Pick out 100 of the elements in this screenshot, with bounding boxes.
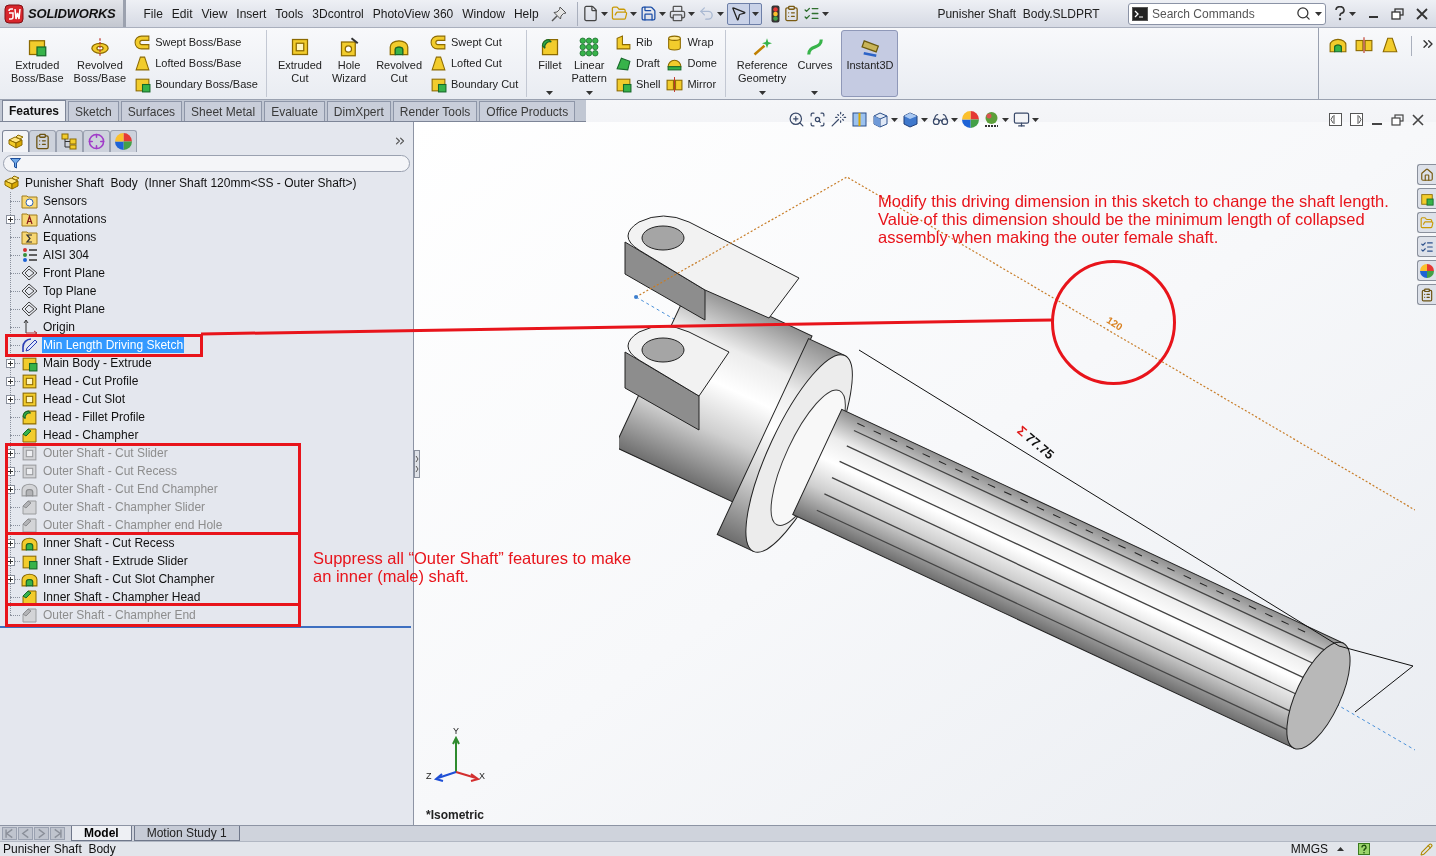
- scene-ball-icon[interactable]: [983, 111, 1000, 128]
- tree-item[interactable]: Inner Shaft - Champher Head: [42, 589, 202, 605]
- close-icon[interactable]: [1416, 7, 1428, 20]
- ribbon-button[interactable]: Mirror: [665, 74, 718, 95]
- ribbon-tab[interactable]: Sketch: [68, 101, 119, 121]
- ribbon-button[interactable]: Instant3D: [841, 30, 899, 97]
- caret-icon[interactable]: [1349, 11, 1356, 16]
- tree-item[interactable]: Main Body - Extrude: [42, 355, 153, 371]
- bottom-tab[interactable]: Motion Study 1: [133, 826, 240, 841]
- expand-icon[interactable]: [6, 214, 15, 224]
- ribbon-button[interactable]: Lofted Cut: [429, 53, 520, 74]
- ribbon-button[interactable]: Dome: [665, 53, 718, 74]
- tree-item[interactable]: Top Plane: [42, 283, 98, 299]
- tree-item[interactable]: Head - Cut Profile: [42, 373, 140, 389]
- zoom-area-icon[interactable]: [809, 111, 826, 128]
- bottom-tab[interactable]: Model: [71, 826, 132, 841]
- task-pane-tab[interactable]: [1417, 284, 1436, 305]
- expand-icon[interactable]: [6, 556, 15, 566]
- panel-tab[interactable]: [2, 130, 29, 152]
- tree-item[interactable]: Sensors: [42, 193, 89, 209]
- expand-icon[interactable]: [6, 358, 15, 368]
- ribbon-button[interactable]: Boundary Cut: [429, 74, 520, 95]
- ribbon-button[interactable]: Lofted Boss/Base: [133, 53, 259, 74]
- expand-icon[interactable]: [6, 466, 15, 476]
- panel-tab[interactable]: [56, 130, 83, 152]
- expand-icon[interactable]: [6, 376, 15, 386]
- ribbon-button[interactable]: Extruded Boss/Base: [6, 30, 69, 97]
- ribbon-button[interactable]: Reference Geometry: [731, 30, 793, 97]
- tile-right-icon[interactable]: [1350, 113, 1363, 126]
- tree-item[interactable]: Head - Fillet Profile: [42, 409, 147, 425]
- menu-item[interactable]: View: [197, 2, 232, 25]
- expand-icon[interactable]: [6, 394, 15, 404]
- panel-tab[interactable]: [83, 130, 110, 152]
- traffic-light-icon[interactable]: [771, 4, 781, 23]
- splitter-handle-icon[interactable]: [414, 450, 420, 478]
- search-input[interactable]: Search Commands: [1152, 3, 1292, 24]
- task-pane-tab[interactable]: [1417, 236, 1436, 257]
- expand-icon[interactable]: [6, 484, 15, 494]
- tree-item[interactable]: Punisher Shaft Body (Inner Shaft 120mm<SS - Outer Shaft>): [25, 174, 357, 192]
- menu-item[interactable]: 3Dcontrol: [307, 2, 369, 25]
- menu-item[interactable]: Tools: [270, 2, 308, 25]
- ribbon-tab[interactable]: DimXpert: [326, 101, 391, 121]
- select-button[interactable]: [727, 2, 763, 25]
- caret-icon[interactable]: [758, 91, 766, 95]
- ribbon-tab[interactable]: Surfaces: [120, 101, 183, 121]
- section-view-icon[interactable]: [851, 111, 868, 128]
- caret-icon[interactable]: [1315, 11, 1322, 16]
- tile-left-icon[interactable]: [1329, 113, 1342, 126]
- caret-up-icon[interactable]: [1337, 847, 1344, 851]
- ribbon-tab[interactable]: Features: [2, 100, 67, 121]
- monitor-icon[interactable]: [1013, 111, 1030, 128]
- filter-field[interactable]: [3, 155, 410, 172]
- glasses-icon[interactable]: [932, 111, 949, 128]
- caret-icon[interactable]: [546, 91, 554, 95]
- ribbon-button[interactable]: Wrap: [665, 32, 718, 53]
- expand-icon[interactable]: [6, 448, 15, 458]
- tree-item[interactable]: Head - Cut Slot: [42, 391, 127, 407]
- search-field[interactable]: Search Commands: [1128, 2, 1326, 25]
- menu-item[interactable]: Edit: [167, 2, 198, 25]
- wand-icon[interactable]: [830, 111, 847, 128]
- tree-item[interactable]: Front Plane: [42, 265, 107, 281]
- ribbon-tab[interactable]: Evaluate: [264, 101, 325, 121]
- tree-item[interactable]: Origin: [42, 319, 76, 335]
- ribbon-tab[interactable]: Render Tools: [392, 101, 478, 121]
- restore-icon[interactable]: [1391, 7, 1404, 20]
- task-pane-tab[interactable]: [1417, 188, 1436, 209]
- ribbon-button[interactable]: Boundary Boss/Base: [133, 74, 259, 95]
- tree-item[interactable]: Inner Shaft - Cut Slot Champher: [42, 571, 216, 587]
- ribbon-button[interactable]: Swept Cut: [429, 32, 520, 53]
- menu-item[interactable]: File: [139, 2, 168, 25]
- caret-icon[interactable]: [811, 91, 819, 95]
- help-icon[interactable]: [1334, 6, 1346, 21]
- menu-item[interactable]: Window: [457, 2, 510, 25]
- caret-icon[interactable]: [822, 11, 830, 16]
- menu-item[interactable]: PhotoView 360: [368, 2, 458, 25]
- caret-icon[interactable]: [752, 11, 760, 16]
- expand-icon[interactable]: [6, 574, 15, 584]
- tree-item[interactable]: Inner Shaft - Cut Recess: [42, 535, 176, 551]
- ribbon-tab[interactable]: Sheet Metal: [184, 101, 263, 121]
- menu-item[interactable]: Insert: [231, 2, 271, 25]
- panel-tab[interactable]: [110, 130, 137, 152]
- tree-item[interactable]: AISI 304: [42, 247, 91, 263]
- tree-item[interactable]: Equations: [42, 229, 98, 245]
- task-pane-tab[interactable]: [1417, 164, 1436, 185]
- units-label[interactable]: MMGS: [1290, 843, 1328, 855]
- ribbon-button[interactable]: Rib: [613, 32, 662, 53]
- printer-icon[interactable]: [669, 5, 687, 22]
- caret-icon[interactable]: [688, 11, 696, 16]
- help-icon[interactable]: [1358, 843, 1370, 855]
- ribbon-button[interactable]: Revolved Boss/Base: [68, 30, 132, 97]
- ribbon-button[interactable]: Fillet: [533, 30, 567, 97]
- ribbon-button[interactable]: Swept Boss/Base: [133, 32, 259, 53]
- panel-tab[interactable]: [29, 130, 56, 152]
- ribbon-button[interactable]: Revolved Cut: [371, 30, 427, 97]
- tree-item[interactable]: Inner Shaft - Extrude Slider: [42, 553, 189, 569]
- tree-item[interactable]: Right Plane: [42, 301, 107, 317]
- tree-item[interactable]: Annotations: [42, 211, 108, 227]
- search-icon[interactable]: [1296, 6, 1311, 21]
- color-ball-icon[interactable]: [962, 111, 979, 128]
- caret-icon[interactable]: [585, 91, 593, 95]
